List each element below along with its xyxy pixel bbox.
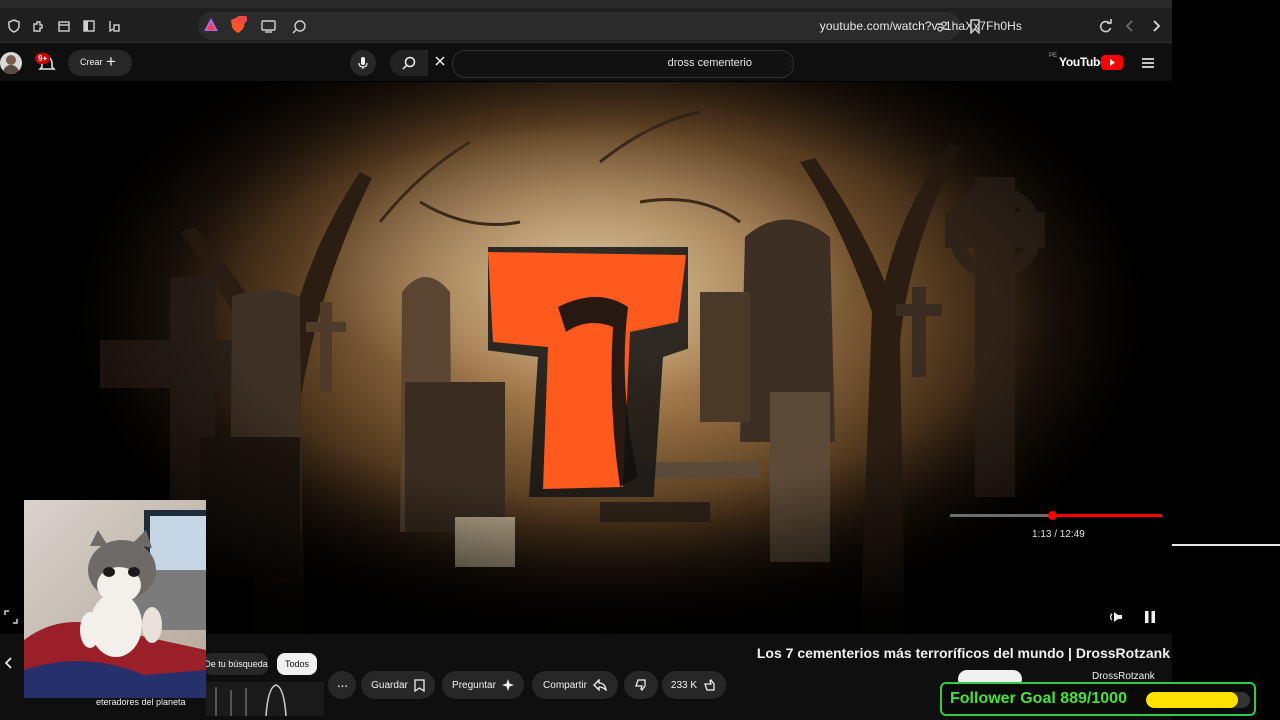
sidebar-icon[interactable]	[79, 16, 99, 36]
tab-strip	[0, 0, 1172, 8]
follower-goal-bar	[1146, 692, 1250, 708]
notifications-badge: 9+	[35, 53, 51, 64]
cast-icon[interactable]	[258, 16, 278, 36]
ask-button[interactable]: Preguntar	[442, 671, 524, 699]
forward-icon[interactable]	[1120, 16, 1140, 36]
bookmark-icon[interactable]	[965, 16, 985, 36]
follower-goal-fill	[1146, 692, 1239, 708]
fullscreen-icon[interactable]	[4, 610, 18, 629]
thumbs-down-icon	[635, 679, 646, 691]
tabs-icon[interactable]	[54, 16, 74, 36]
bookmarks-icon[interactable]	[104, 16, 124, 36]
save-button[interactable]: Guardar	[361, 671, 435, 699]
create-button-label: Crear	[80, 57, 103, 67]
channel-name[interactable]: DrossRotzank	[1092, 671, 1155, 682]
search-button[interactable]	[390, 50, 428, 76]
seven-graphic: 7	[488, 247, 688, 497]
share-label: Compartir	[543, 679, 587, 691]
save-label: Guardar	[371, 679, 408, 691]
url-text[interactable]: youtube.com/watch?v=1haXx7Fh0Hs	[820, 19, 1022, 33]
like-count: 233 K	[670, 679, 698, 691]
clear-search-icon[interactable]	[434, 54, 446, 72]
time-display: 1:13 / 12:49	[1032, 529, 1085, 540]
search-icon	[402, 56, 416, 70]
thumbs-up-icon	[704, 679, 715, 691]
share-icon	[593, 679, 607, 691]
divider	[1172, 544, 1280, 546]
sparkle-icon	[501, 679, 514, 691]
like-button[interactable]: 233 K	[662, 671, 726, 699]
brave-rewards-icon[interactable]	[203, 17, 219, 38]
chip-from-search[interactable]: De tu búsqueda	[204, 653, 268, 675]
pause-icon[interactable]	[1143, 610, 1157, 629]
follower-goal-widget: Follower Goal 889/1000	[940, 682, 1256, 716]
follower-goal-label: Follower Goal 889/1000	[950, 690, 1127, 707]
voice-search-button[interactable]	[350, 50, 376, 76]
more-actions-button[interactable]: ···	[328, 671, 356, 699]
progress-bar-fill	[1052, 514, 1162, 517]
back-icon[interactable]	[1146, 16, 1166, 36]
extensions-icon[interactable]	[28, 16, 48, 36]
save-icon	[414, 678, 425, 692]
share-button[interactable]: Compartir	[532, 671, 618, 699]
progress-scrubber[interactable]	[1048, 511, 1057, 520]
chevron-left-icon[interactable]	[4, 656, 14, 675]
webcam-overlay	[24, 500, 206, 698]
site-settings-icon[interactable]	[932, 16, 952, 36]
related-video-title[interactable]: eteradores del planeta	[96, 697, 186, 707]
youtube-logo-icon[interactable]	[1101, 55, 1123, 70]
avatar[interactable]	[0, 52, 22, 74]
brave-shields-icon[interactable]	[229, 15, 247, 39]
search-query[interactable]: dross cementerio	[668, 57, 752, 69]
more-icon: ···	[336, 677, 349, 693]
youtube-logo-text[interactable]: YouTube	[1059, 55, 1107, 69]
chip-all[interactable]: Todos	[277, 653, 317, 675]
reload-icon[interactable]	[1095, 16, 1115, 36]
youtube-country-code: PE	[1049, 53, 1058, 59]
zoom-icon[interactable]	[289, 16, 309, 36]
plus-icon: +	[106, 52, 116, 71]
shield-icon[interactable]	[4, 16, 24, 36]
microphone-icon	[358, 57, 368, 69]
volume-icon[interactable]	[1106, 610, 1124, 629]
related-video-thumbnail[interactable]	[206, 682, 324, 716]
menu-icon[interactable]	[1141, 56, 1155, 74]
ask-label: Preguntar	[452, 679, 496, 691]
video-title: Los 7 cementerios más terroríficos del m…	[756, 645, 1170, 661]
dislike-button[interactable]	[624, 671, 658, 699]
